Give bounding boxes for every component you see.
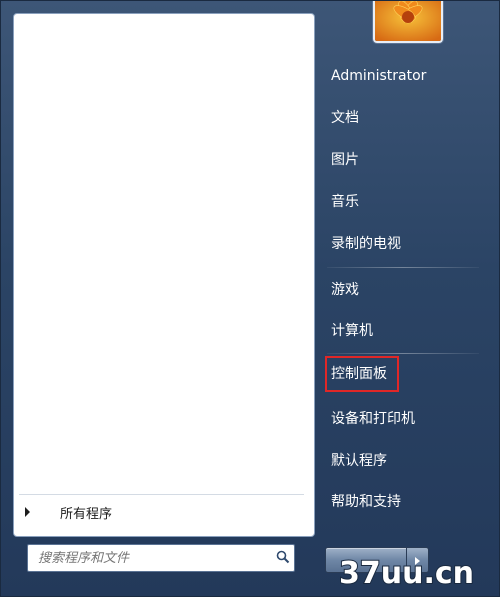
music-link[interactable]: 音乐	[323, 185, 473, 219]
documents-link[interactable]: 文档	[323, 101, 473, 135]
search-box[interactable]	[27, 544, 295, 572]
separator	[327, 353, 479, 354]
programs-pane	[13, 13, 315, 537]
watermark-logo: 37uu.cn	[338, 555, 475, 592]
flower-icon	[375, 1, 441, 41]
highlight-box	[325, 356, 399, 392]
all-programs-label: 所有程序	[60, 506, 113, 522]
recorded-tv-link[interactable]: 录制的电视	[323, 227, 473, 261]
help-support-link[interactable]: 帮助和支持	[323, 485, 473, 519]
all-programs-button[interactable]: 所有程序	[15, 498, 307, 526]
separator	[19, 494, 304, 495]
games-link[interactable]: 游戏	[323, 273, 473, 307]
computer-link[interactable]: 计算机	[323, 314, 473, 348]
default-programs-link[interactable]: 默认程序	[323, 444, 473, 478]
separator	[327, 267, 479, 268]
search-input[interactable]	[28, 545, 268, 571]
search-icon[interactable]	[276, 550, 290, 564]
watermark-text: 37uu.cn	[339, 556, 474, 591]
arrow-right-icon	[25, 507, 30, 517]
pictures-link[interactable]: 图片	[323, 143, 473, 177]
start-menu: 所有程序 Administr	[0, 0, 500, 597]
user-picture[interactable]	[373, 1, 443, 43]
user-name-link[interactable]: Administrator	[323, 59, 473, 93]
devices-printers-link[interactable]: 设备和打印机	[323, 402, 473, 436]
